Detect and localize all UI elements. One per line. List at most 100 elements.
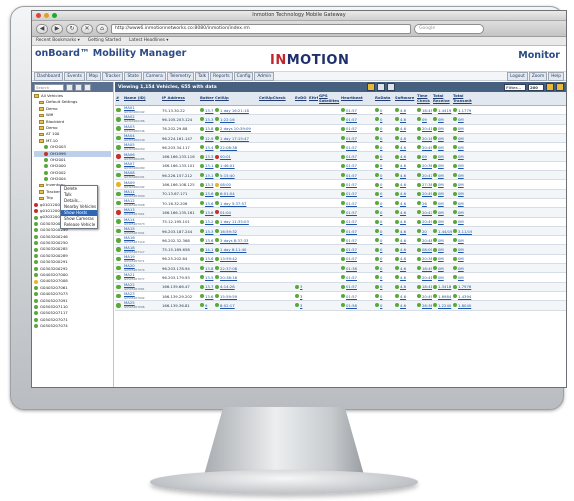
transmit-cell-value[interactable]: 0M bbox=[458, 191, 464, 196]
software-cell-value[interactable]: 4.6 bbox=[400, 108, 406, 113]
receive-cell-value[interactable]: 0M bbox=[438, 145, 444, 150]
battery-cell[interactable]: 13.7 bbox=[199, 106, 214, 114]
receive-cell[interactable]: 0M bbox=[432, 218, 452, 226]
settings-icon[interactable] bbox=[556, 83, 564, 91]
software-cell[interactable]: 4.6 bbox=[394, 162, 416, 170]
rxdata-cell-value[interactable]: 0 bbox=[380, 210, 382, 215]
cellup-cell[interactable]: 1 day 5:37:57 bbox=[214, 199, 258, 207]
cellup-cell-value[interactable]: 13:59:42 bbox=[220, 256, 237, 261]
table-row[interactable]: MA22 G0505207081 166.139.66.47 13.7 4:14:28 3… bbox=[115, 282, 566, 292]
rxdata-cell-value[interactable]: 0 bbox=[380, 126, 382, 131]
battery-cell-value[interactable]: 13.6 bbox=[205, 294, 213, 299]
name-cell[interactable]: MA16 G0505207110 bbox=[123, 236, 161, 244]
heartbeat-cell[interactable]: 01:57 bbox=[340, 292, 374, 300]
timecheck-cell-value[interactable]: 26 bbox=[422, 201, 427, 206]
tree-search-input[interactable]: Search bbox=[34, 83, 64, 91]
battery-cell[interactable]: 13.3 bbox=[199, 152, 214, 160]
timecheck-cell-value[interactable]: 20:18 bbox=[422, 136, 432, 141]
rxdata-cell-value[interactable]: 0 bbox=[380, 182, 382, 187]
rxdata-cell-value[interactable]: 0 bbox=[380, 163, 382, 168]
timecheck-cell[interactable]: 18:41 bbox=[416, 283, 432, 291]
bookmark-item[interactable]: Latest Headlines ▾ bbox=[129, 37, 168, 45]
cellup-cell[interactable]: 1:46:01 bbox=[214, 162, 258, 170]
heartbeat-cell-value[interactable]: 01:57 bbox=[346, 275, 357, 280]
name-cell[interactable]: MA23 G0505207092 bbox=[123, 292, 161, 300]
timecheck-cell[interactable]: 20 bbox=[416, 227, 432, 235]
receive-cell-value[interactable]: 0M bbox=[438, 173, 444, 178]
transmit-cell[interactable]: 0M bbox=[452, 264, 472, 272]
software-cell-value[interactable]: 4.6 bbox=[400, 238, 406, 243]
software-cell-value[interactable]: 4.6 bbox=[400, 294, 406, 299]
timecheck-cell[interactable]: 18:45 bbox=[416, 106, 432, 114]
tab-events[interactable]: Events bbox=[64, 71, 85, 81]
receive-cell[interactable]: 0M bbox=[432, 273, 452, 281]
rxdata-cell[interactable]: 0 bbox=[374, 162, 394, 170]
cellup-cell[interactable]: 1 day 17:15:47 bbox=[214, 134, 258, 142]
software-cell[interactable]: 4.6 bbox=[394, 152, 416, 160]
column-header[interactable]: CellUp bbox=[214, 92, 258, 105]
timecheck-cell[interactable]: 09 bbox=[416, 152, 432, 160]
column-header[interactable]: EvDO bbox=[294, 92, 308, 105]
table-row[interactable]: MA09 G0303200292 166.166.108.125 13.3 08:00 0… bbox=[115, 180, 566, 190]
rxdata-cell[interactable]: 0 bbox=[374, 199, 394, 207]
timecheck-cell-value[interactable]: 26:38 bbox=[422, 303, 432, 308]
transmit-cell-value[interactable]: 0M bbox=[458, 154, 464, 159]
zoom-button[interactable]: Zoom bbox=[528, 71, 548, 81]
tab-reports[interactable]: Reports bbox=[210, 71, 233, 81]
timecheck-cell[interactable]: 20:38 bbox=[416, 255, 432, 263]
name-cell[interactable]: MA18 G0505207117 bbox=[123, 245, 161, 253]
software-cell-value[interactable]: 4.6 bbox=[400, 117, 406, 122]
cellup-cell[interactable]: 00:01 bbox=[214, 152, 258, 160]
transmit-cell[interactable]: 0M bbox=[452, 115, 472, 123]
receive-cell-value[interactable]: 0M bbox=[438, 247, 444, 252]
battery-cell[interactable]: 13.1 bbox=[199, 162, 214, 170]
rxdata-cell[interactable]: 0 bbox=[374, 143, 394, 151]
software-cell[interactable]: 4.6 bbox=[394, 115, 416, 123]
transmit-cell[interactable]: 0M bbox=[452, 134, 472, 142]
software-cell[interactable]: 4.6 bbox=[394, 180, 416, 188]
name-cell[interactable]: MA06 G0303200285 bbox=[123, 152, 161, 160]
battery-cell[interactable]: 12.9 bbox=[199, 134, 214, 142]
transmit-cell-value[interactable]: 0M bbox=[458, 126, 464, 131]
cellup-cell[interactable]: 1:22:16 bbox=[214, 115, 258, 123]
name-cell[interactable]: MA14 G0405207073 bbox=[123, 218, 161, 226]
timecheck-cell-value[interactable]: 20:41 bbox=[422, 126, 432, 131]
rxdata-cell[interactable]: 0 bbox=[374, 218, 394, 226]
timecheck-cell[interactable]: 20:41 bbox=[416, 273, 432, 281]
rxdata-cell[interactable]: 0 bbox=[374, 180, 394, 188]
software-cell-value[interactable]: 4.6 bbox=[400, 266, 406, 271]
receive-cell[interactable]: 1.44/19 bbox=[432, 227, 452, 235]
heartbeat-cell[interactable]: 01:57 bbox=[340, 199, 374, 207]
software-cell[interactable]: 4.6 bbox=[394, 255, 416, 263]
rxdata-cell[interactable]: 0 bbox=[374, 283, 394, 291]
table-row[interactable]: MA18 G0505207117 75.15.169.658 14.1 1 day 8:… bbox=[115, 245, 566, 255]
rxdata-cell[interactable]: 0 bbox=[374, 273, 394, 281]
stop-icon[interactable]: ✕ bbox=[81, 23, 93, 34]
transmit-cell-value[interactable]: 0M bbox=[458, 247, 464, 252]
evdo-cell[interactable] bbox=[294, 115, 308, 123]
tab-telemetry[interactable]: Telemetry bbox=[166, 71, 194, 81]
timecheck-cell[interactable]: 20:36 bbox=[416, 162, 432, 170]
heartbeat-cell[interactable]: 01:57 bbox=[340, 208, 374, 216]
cellup-cell-value[interactable]: 6:01:04 bbox=[220, 191, 235, 196]
rxdata-cell[interactable]: 0 bbox=[374, 208, 394, 216]
transmit-cell[interactable]: 0M bbox=[452, 125, 472, 133]
receive-cell[interactable]: 0M bbox=[432, 199, 452, 207]
timecheck-cell-value[interactable]: 18:41 bbox=[422, 284, 432, 289]
heartbeat-cell-value[interactable]: 01:57 bbox=[346, 201, 357, 206]
cellup-cell-value[interactable]: 4:14:28 bbox=[220, 284, 235, 289]
rxdata-cell-value[interactable]: 0 bbox=[380, 201, 382, 206]
software-cell-value[interactable]: 4.6 bbox=[400, 145, 406, 150]
heartbeat-cell-value[interactable]: 01:57 bbox=[346, 126, 357, 131]
timecheck-cell[interactable]: 09 bbox=[416, 115, 432, 123]
battery-cell-value[interactable]: 13.1 bbox=[205, 173, 213, 178]
name-cell[interactable]: MA07 G0303200289 bbox=[123, 162, 161, 170]
receive-cell-value[interactable]: 0M bbox=[438, 210, 444, 215]
timecheck-cell-value[interactable]: 20:38 bbox=[422, 256, 432, 261]
name-cell[interactable]: MA04 G0303200249 bbox=[123, 134, 161, 142]
receive-cell[interactable]: 0M bbox=[432, 143, 452, 151]
evdo-cell[interactable] bbox=[294, 255, 308, 263]
battery-cell[interactable]: 13.2 bbox=[199, 218, 214, 226]
print-icon[interactable] bbox=[377, 83, 385, 91]
receive-cell[interactable]: 1.2240 bbox=[432, 301, 452, 309]
